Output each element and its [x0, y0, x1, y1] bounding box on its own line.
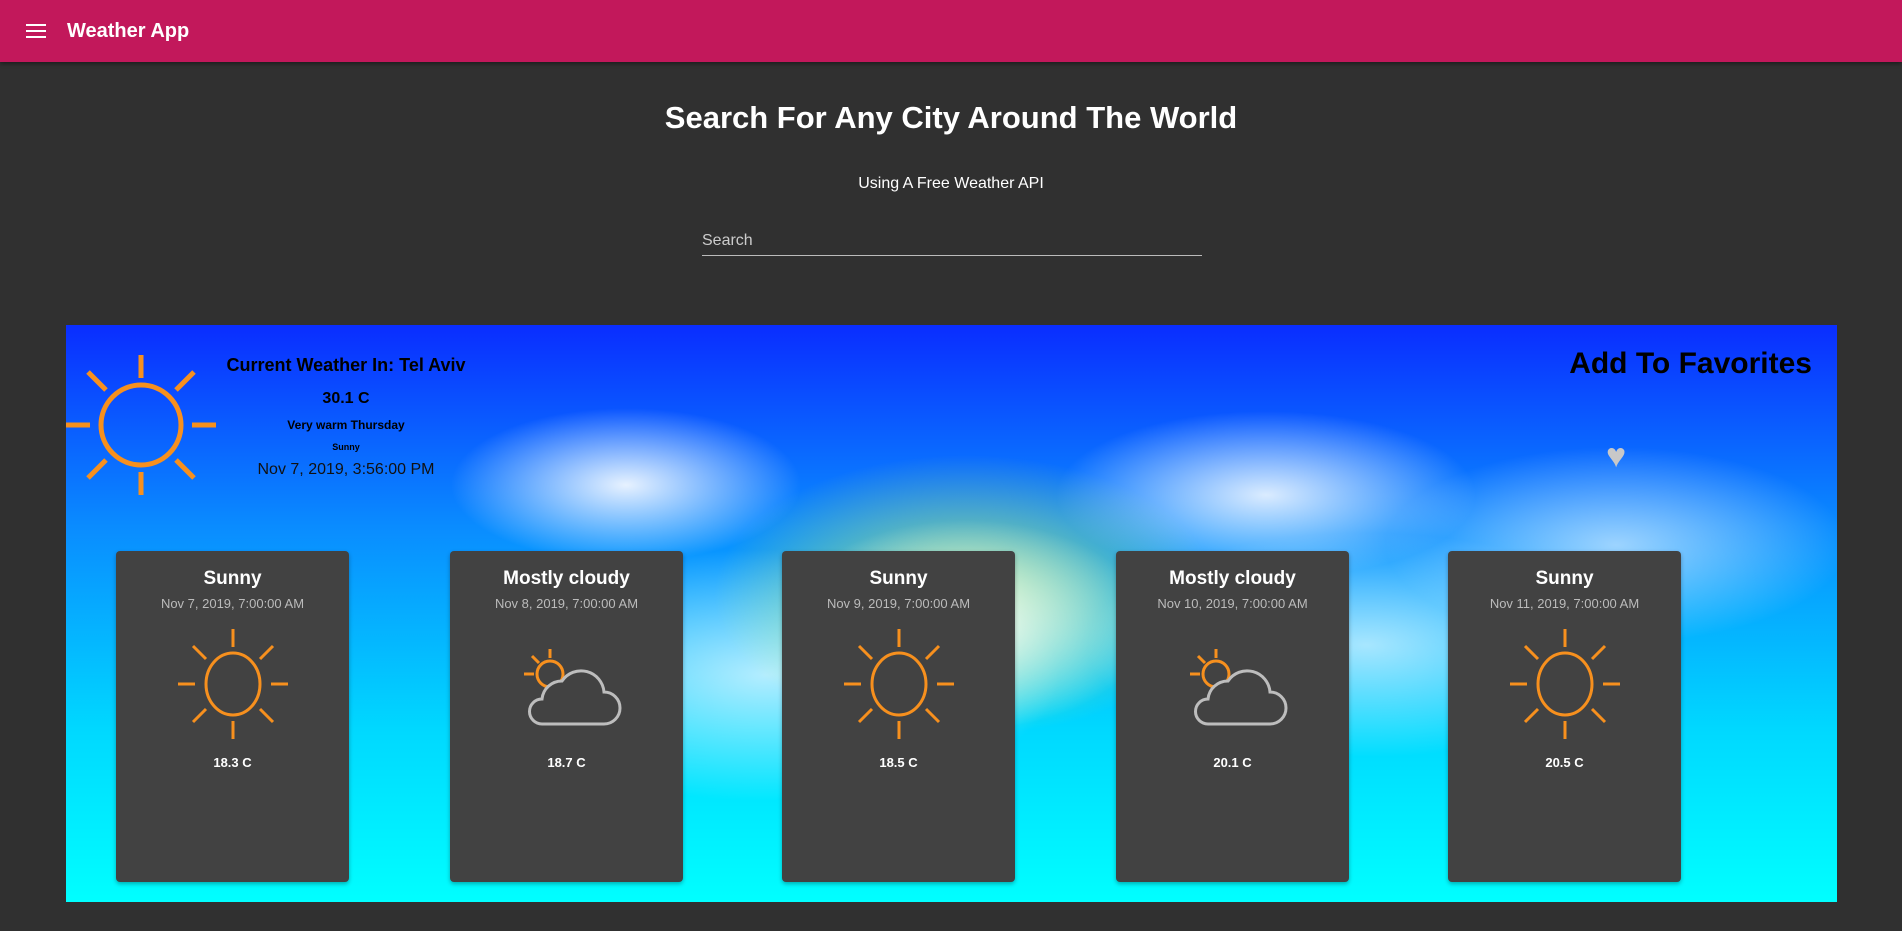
heart-icon[interactable]: ♥: [1606, 437, 1626, 476]
forecast-temperature: 18.3 C: [213, 755, 252, 770]
sun-icon: [843, 629, 954, 739]
forecast-temperature: 20.1 C: [1213, 755, 1252, 770]
forecast-condition: Mostly cloudy: [503, 568, 630, 589]
forecast-card: Mostly cloudy Nov 8, 2019, 7:00:00 AM 18.7…: [450, 551, 683, 882]
forecast-condition: Sunny: [1535, 568, 1594, 589]
search-input[interactable]: [702, 226, 1202, 256]
current-datetime: Nov 7, 2019, 3:56:00 PM: [257, 461, 435, 478]
forecast-condition: Sunny: [869, 568, 928, 589]
forecast-card: Sunny Nov 11, 2019, 7:00:00 AM 20.5 C: [1448, 551, 1681, 882]
current-condition: Sunny: [332, 442, 360, 452]
forecast-condition: Sunny: [203, 568, 262, 589]
forecast-date: Nov 11, 2019, 7:00:00 AM: [1489, 596, 1640, 611]
forecast-date: Nov 8, 2019, 7:00:00 AM: [494, 596, 639, 611]
current-city: Current Weather In: Tel Aviv: [226, 355, 466, 375]
current-weather-panel: Current Weather In: Tel Aviv 30.1 C Very…: [66, 325, 1837, 902]
forecast-date: Nov 7, 2019, 7:00:00 AM: [160, 596, 305, 611]
menu-icon[interactable]: [26, 24, 46, 38]
current-temperature: 30.1 C: [322, 390, 370, 407]
forecast-temperature: 20.5 C: [1545, 755, 1584, 770]
forecast-date: Nov 10, 2019, 7:00:00 AM: [1157, 596, 1308, 611]
forecast-card: Sunny Nov 9, 2019, 7:00:00 AM 18.5 C: [782, 551, 1015, 882]
forecast-temperature: 18.7 C: [547, 755, 586, 770]
add-to-favorites-label: Add To Favorites: [1569, 347, 1812, 380]
page-subtitle: Using A Free Weather API: [858, 175, 1044, 192]
forecast-temperature: 18.5 C: [879, 755, 918, 770]
app-bar: Weather App: [0, 0, 1902, 62]
forecast-condition: Mostly cloudy: [1169, 568, 1296, 589]
sun-icon: [1509, 629, 1620, 739]
sun-icon: [177, 629, 288, 739]
current-weather-info: Current Weather In: Tel Aviv 30.1 C Very…: [216, 355, 476, 479]
forecast-date: Nov 9, 2019, 7:00:00 AM: [826, 596, 971, 611]
current-description: Very warm Thursday: [287, 418, 405, 432]
sun-icon: [66, 355, 216, 495]
page-title: Search For Any City Around The World: [664, 100, 1238, 135]
partly-cloudy-icon: [1189, 649, 1287, 726]
app-title: Weather App: [67, 19, 190, 42]
forecast-card: Mostly cloudy Nov 10, 2019, 7:00:00 AM 20.…: [1116, 551, 1349, 882]
forecast-card: Sunny Nov 7, 2019, 7:00:00 AM 18.3 C: [116, 551, 349, 882]
partly-cloudy-icon: [523, 649, 621, 726]
